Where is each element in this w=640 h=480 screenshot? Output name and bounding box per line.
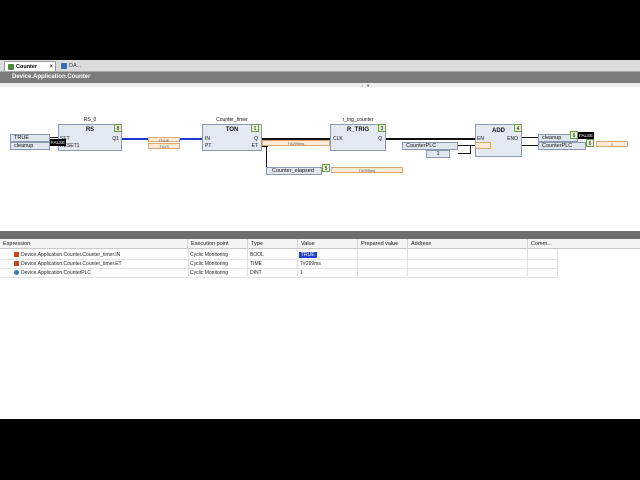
variable-icon: [14, 252, 19, 258]
editor-window: Counter × DA... Device.Application.Count…: [0, 60, 640, 419]
var-one-input[interactable]: 1: [426, 150, 450, 158]
col-divider: [357, 249, 358, 276]
add-out-online-value: 1: [596, 141, 628, 147]
rs-title: RS: [85, 127, 95, 133]
var-counterplc-output[interactable]: CounterPLC: [538, 142, 586, 150]
ton-pin-q: Q: [254, 136, 258, 142]
col-comment[interactable]: Comm...: [528, 239, 640, 249]
watch-list[interactable]: Expression Execution point Type Value Pr…: [0, 239, 640, 419]
rtrig-title: R_TRIG: [346, 127, 369, 133]
row-expression: Device.Application.Counter.Counter_timer…: [14, 260, 122, 269]
row-type: BOOL: [250, 252, 264, 258]
pt-online-value: T#1S: [148, 143, 180, 149]
rs-order-badge: 8: [114, 124, 122, 132]
var-true-input[interactable]: TRUE: [10, 134, 50, 142]
close-tab-icon[interactable]: ×: [49, 62, 53, 72]
var-counter-elapsed[interactable]: Counter_elapsed: [266, 167, 322, 175]
wire-one-add: [458, 153, 471, 154]
row-expression-text: Device.Application.Counter.Counter_timer…: [21, 252, 121, 258]
row-expression-text: Device.Application.CounterPLC: [21, 270, 92, 276]
watch-row[interactable]: Device.Application.CounterPLC Cyclic Mon…: [0, 269, 558, 278]
rs-instance-name[interactable]: RS_0: [58, 117, 122, 123]
ton-pin-et: ET: [251, 143, 258, 149]
col-divider: [247, 249, 248, 276]
wire-rtrig-q-add-en: [385, 138, 475, 140]
col-divider: [188, 249, 189, 276]
ton-pin-in: IN: [205, 136, 210, 142]
ton-pin-pt: PT: [205, 143, 212, 149]
pou-path-title: Device.Application.Counter: [0, 72, 640, 83]
wire-eno-cleanup: [522, 137, 538, 138]
rs-q-online-value: TRUE: [148, 137, 180, 143]
ton-instance-name[interactable]: Counter_timer: [202, 117, 262, 123]
row-value[interactable]: TRUE: [299, 251, 317, 260]
col-address[interactable]: Address: [408, 239, 528, 249]
tab-counter[interactable]: Counter ×: [4, 61, 56, 71]
row-exec: Cyclic Monitoring: [190, 270, 229, 276]
variable-icon: [14, 261, 19, 267]
device-icon: [61, 62, 67, 69]
ton-order-badge: 1: [251, 124, 259, 132]
rtrig-pin-clk: CLK: [333, 136, 343, 142]
col-divider: [297, 249, 298, 276]
row-type: DINT: [250, 270, 262, 276]
wire-true-set: [50, 137, 58, 138]
elapsed-online-value: T#299ms: [331, 167, 403, 173]
col-value[interactable]: Value: [298, 239, 358, 249]
var-cleanup-input[interactable]: cleanup: [10, 142, 50, 150]
rtrig-instance-name[interactable]: r_trig_counter: [330, 117, 386, 123]
row-exec: Cyclic Monitoring: [190, 252, 229, 258]
row-type: TIME: [250, 261, 262, 267]
watch-row[interactable]: Device.Application.Counter.Counter_timer…: [0, 260, 558, 269]
rtrig-order-badge: 3: [378, 124, 386, 132]
add-pin-eno: ENO: [507, 136, 518, 142]
col-prepared-value[interactable]: Prepared value: [358, 239, 408, 249]
elapsed-order-badge: 5: [322, 164, 330, 172]
cfc-diagram[interactable]: TRUE cleanup RS_0 RS SET RESET1 Q1 8 FAL…: [0, 87, 640, 231]
row-exec: Cyclic Monitoring: [190, 261, 229, 267]
col-divider: [527, 249, 528, 276]
row-value[interactable]: 1: [300, 269, 303, 278]
row-value[interactable]: T#299ms: [300, 260, 321, 269]
reset-online-flag: FALSE: [50, 139, 67, 146]
pou-icon: [8, 63, 14, 70]
tab-da-label: DA...: [69, 63, 82, 69]
global-variable-icon: [14, 270, 19, 276]
add-en-online-value: [475, 142, 491, 149]
row-expression: Device.Application.CounterPLC: [14, 269, 91, 278]
rtrig-pin-q: Q: [378, 136, 382, 142]
editor-tab-strip: Counter × DA...: [0, 60, 640, 72]
col-divider: [407, 249, 408, 276]
tab-counter-label: Counter: [16, 64, 38, 70]
wire-ton-et: [262, 146, 268, 147]
ton-q-online-value: T#299ms: [262, 140, 330, 146]
var-counterplc-add-input[interactable]: CounterPLC: [402, 142, 458, 150]
wire-plc-add: [458, 145, 475, 146]
cleanup-online-flag: FALSE: [578, 132, 595, 139]
row-value-text[interactable]: TRUE: [299, 252, 317, 258]
wire-add-out-plc: [522, 145, 538, 146]
tab-da[interactable]: DA...: [58, 61, 88, 71]
watch-row[interactable]: Device.Application.Counter.Counter_timer…: [0, 251, 558, 260]
col-divider: [557, 249, 558, 276]
row-expression-text: Device.Application.Counter.Counter_timer…: [21, 261, 122, 267]
col-type[interactable]: Type: [248, 239, 298, 249]
rs-pin-q: Q1: [112, 136, 119, 142]
col-expression[interactable]: Expression: [0, 239, 188, 249]
col-execution-point[interactable]: Execution point: [188, 239, 248, 249]
add-order-badge: 4: [514, 124, 522, 132]
cleanup-out-order-badge: 6: [570, 131, 578, 139]
rs-function-block[interactable]: RS SET RESET1 Q1: [58, 124, 122, 151]
row-expression: Device.Application.Counter.Counter_timer…: [14, 251, 120, 260]
plc-out-order-badge: 6: [586, 139, 594, 147]
watch-splitter[interactable]: [0, 231, 640, 239]
